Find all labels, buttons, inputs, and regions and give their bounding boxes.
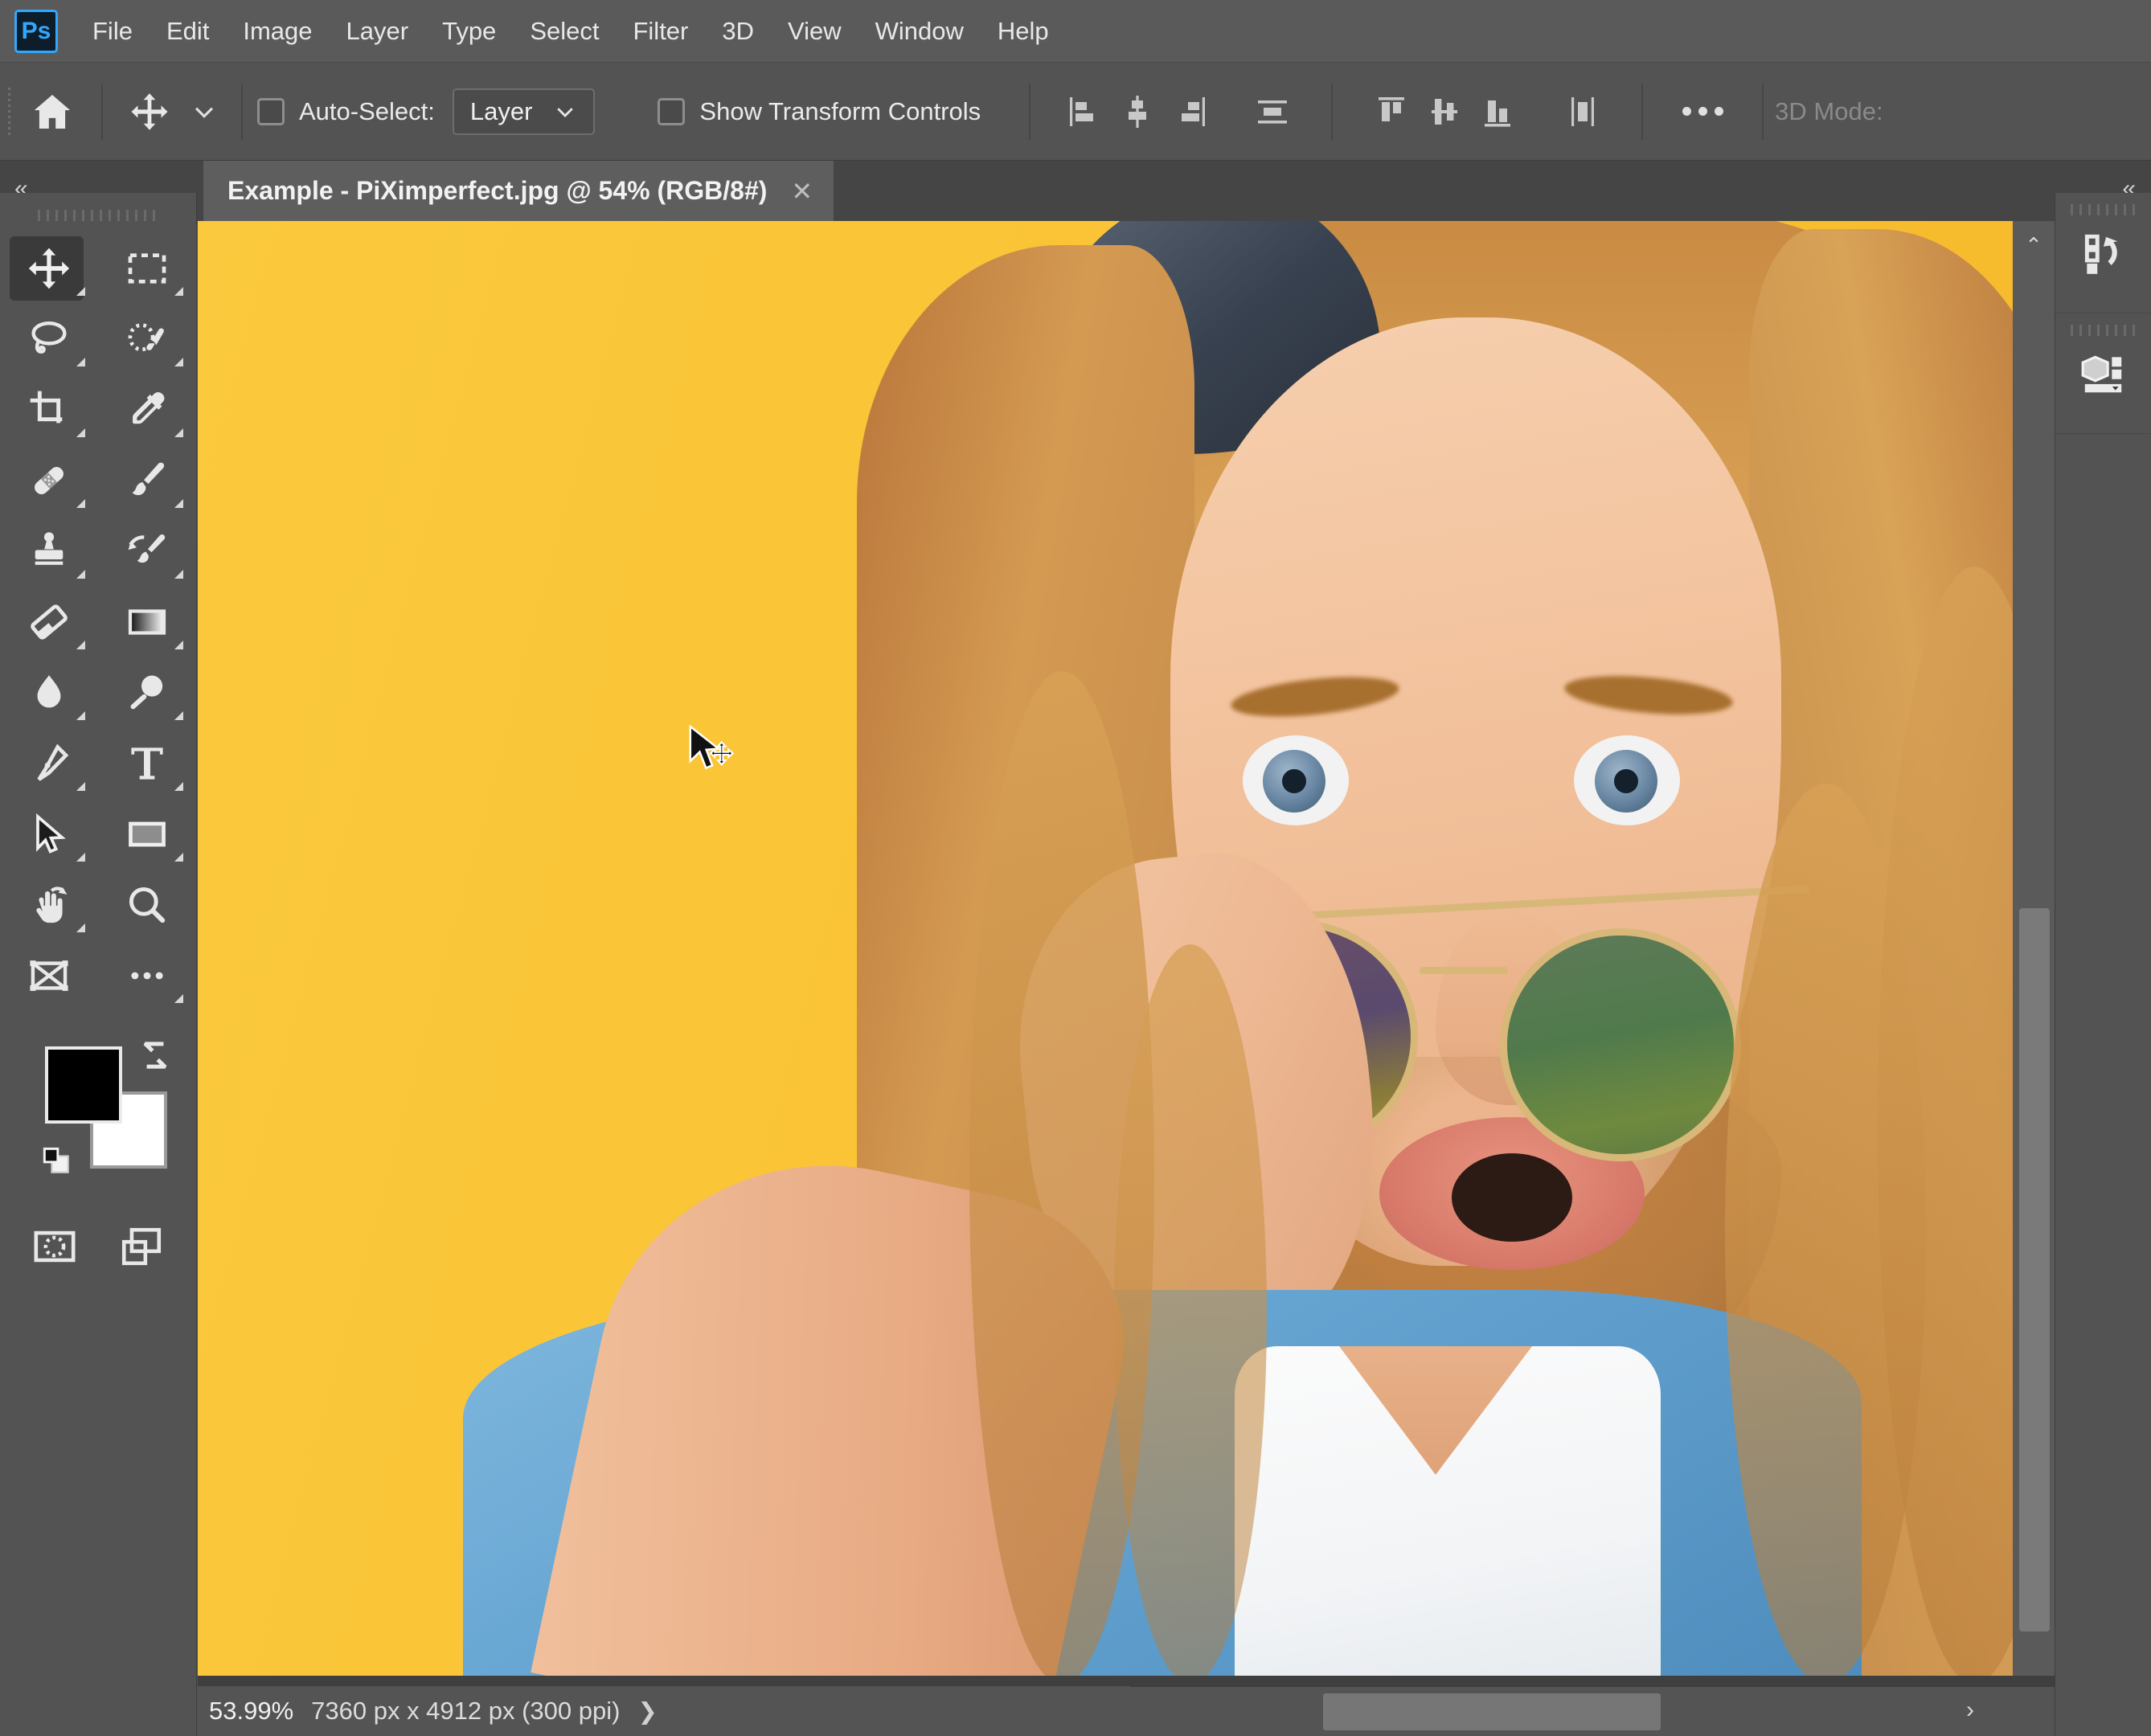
drag-handle-icon[interactable]: [2070, 204, 2137, 215]
document-tab-bar: « Example - PiXimperfect.jpg @ 54% (RGB/…: [0, 161, 2151, 221]
show-transform-label: Show Transform Controls: [699, 96, 981, 125]
menu-item-window[interactable]: Window: [858, 10, 981, 52]
foreground-color-swatch[interactable]: [45, 1046, 122, 1124]
vertical-scrollbar-thumb[interactable]: [2019, 908, 2050, 1632]
ellipsis-icon[interactable]: [1670, 85, 1735, 138]
menu-item-image[interactable]: Image: [226, 10, 329, 52]
rectangle-tool[interactable]: [98, 799, 196, 870]
auto-select-group: Auto-Select:: [257, 97, 435, 126]
3d-panel-button[interactable]: [2055, 313, 2151, 434]
vertical-scrollbar[interactable]: ⌃: [2013, 221, 2055, 1676]
menu-bar: Ps File Edit Image Layer Type Select Filter 3D V…: [0, 0, 2151, 63]
dodge-tool[interactable]: [98, 657, 196, 728]
align-right-edges-icon[interactable]: [1164, 85, 1217, 138]
distribute-horizontal-centers-icon[interactable]: [1418, 85, 1471, 138]
document-image[interactable]: [198, 221, 2013, 1676]
3d-cube-icon: [2081, 355, 2121, 392]
divider: [101, 83, 103, 140]
horizontal-scrollbar-thumb[interactable]: [1323, 1693, 1661, 1730]
show-transform-checkbox[interactable]: [658, 97, 686, 125]
align-left-edges-icon[interactable]: [1058, 85, 1111, 138]
clone-stamp-tool[interactable]: [0, 516, 98, 587]
tool-grid: [0, 225, 196, 1011]
color-swatches: [0, 1030, 196, 1215]
document-tab[interactable]: Example - PiXimperfect.jpg @ 54% (RGB/8#…: [203, 161, 834, 221]
spot-healing-brush-tool[interactable]: [0, 445, 98, 516]
auto-select-scope-value: Layer: [469, 96, 533, 125]
menu-item-type[interactable]: Type: [425, 10, 513, 52]
menu-item-edit[interactable]: Edit: [150, 10, 226, 52]
auto-select-label: Auto-Select:: [299, 96, 435, 125]
tools-panel: [0, 193, 197, 1736]
chevron-down-icon[interactable]: [182, 85, 227, 138]
options-bar: Auto-Select: Layer Show Transform Contro…: [0, 63, 2151, 161]
crop-tool[interactable]: [0, 375, 98, 445]
close-icon[interactable]: ✕: [791, 176, 813, 207]
default-colors-icon[interactable]: [39, 1143, 74, 1182]
chevron-right-icon[interactable]: ❯: [637, 1697, 657, 1726]
menu-item-file[interactable]: File: [76, 10, 150, 52]
menu-item-3d[interactable]: 3D: [705, 10, 771, 52]
home-icon[interactable]: [18, 77, 87, 146]
align-vertical-centers-icon[interactable]: [1246, 85, 1299, 138]
menu-item-select[interactable]: Select: [513, 10, 616, 52]
divider: [1029, 83, 1031, 140]
zoom-tool[interactable]: [98, 870, 196, 940]
type-tool[interactable]: [98, 728, 196, 799]
divider: [241, 83, 243, 140]
menu-item-help[interactable]: Help: [981, 10, 1066, 52]
move-tool[interactable]: [0, 233, 98, 304]
menu-items: File Edit Image Layer Type Select Filter 3D View…: [76, 10, 1066, 52]
divider: [1641, 83, 1644, 140]
chevron-up-icon[interactable]: ⌃: [2013, 229, 2055, 261]
history-icon: [2084, 234, 2117, 274]
divider: [1762, 83, 1764, 140]
move-tool-icon[interactable]: [117, 80, 182, 144]
eraser-tool[interactable]: [0, 587, 98, 657]
3d-mode-label: 3D Mode:: [1775, 96, 1883, 125]
path-selection-tool[interactable]: [0, 799, 98, 870]
blur-tool[interactable]: [0, 657, 98, 728]
zoom-level[interactable]: 53.99%: [209, 1697, 293, 1726]
menu-item-filter[interactable]: Filter: [616, 10, 705, 52]
right-panel-dock: [2055, 193, 2151, 1736]
hand-tool[interactable]: [0, 870, 98, 940]
frame-tool[interactable]: [0, 940, 98, 1011]
gradient-tool[interactable]: [98, 587, 196, 657]
options-bar-grip[interactable]: [0, 63, 18, 161]
drag-handle-icon[interactable]: [0, 193, 196, 225]
history-panel-button[interactable]: [2055, 193, 2151, 313]
auto-select-scope-dropdown[interactable]: Layer: [452, 88, 596, 135]
rectangular-marquee-tool[interactable]: [98, 233, 196, 304]
eyedropper-tool[interactable]: [98, 375, 196, 445]
history-brush-tool[interactable]: [98, 516, 196, 587]
chevron-down-icon: [557, 107, 574, 117]
auto-select-checkbox[interactable]: [257, 97, 285, 125]
drag-handle-icon[interactable]: [2070, 325, 2137, 336]
align-top-edges-icon[interactable]: [1365, 85, 1418, 138]
align-horizontal-centers-icon[interactable]: [1111, 85, 1164, 138]
menu-item-view[interactable]: View: [771, 10, 858, 52]
divider: [1331, 83, 1334, 140]
photoshop-logo: Ps: [14, 9, 58, 53]
align-bottom-edges-icon[interactable]: [1471, 85, 1524, 138]
screen-mode-icon[interactable]: [118, 1223, 165, 1288]
document-dimensions: 7360 px x 4912 px (300 ppi): [311, 1697, 621, 1725]
show-transform-group: Show Transform Controls: [658, 97, 981, 126]
distribute-vertical-icon[interactable]: [1556, 85, 1609, 138]
canvas-area[interactable]: ⌃: [198, 221, 2055, 1736]
swap-colors-icon[interactable]: [135, 1035, 175, 1079]
document-tab-title: Example - PiXimperfect.jpg @ 54% (RGB/8#…: [227, 176, 768, 205]
chevron-right-icon[interactable]: ›: [1966, 1697, 1974, 1724]
edit-toolbar[interactable]: [98, 940, 196, 1011]
lasso-tool[interactable]: [0, 304, 98, 375]
quick-mask-icon[interactable]: [31, 1223, 78, 1288]
menu-item-layer[interactable]: Layer: [330, 10, 426, 52]
status-bar: 53.99% 7360 px x 4912 px (300 ppi) ❯: [198, 1686, 1130, 1736]
object-selection-tool[interactable]: [98, 304, 196, 375]
brush-tool[interactable]: [98, 445, 196, 516]
pen-tool[interactable]: [0, 728, 98, 799]
